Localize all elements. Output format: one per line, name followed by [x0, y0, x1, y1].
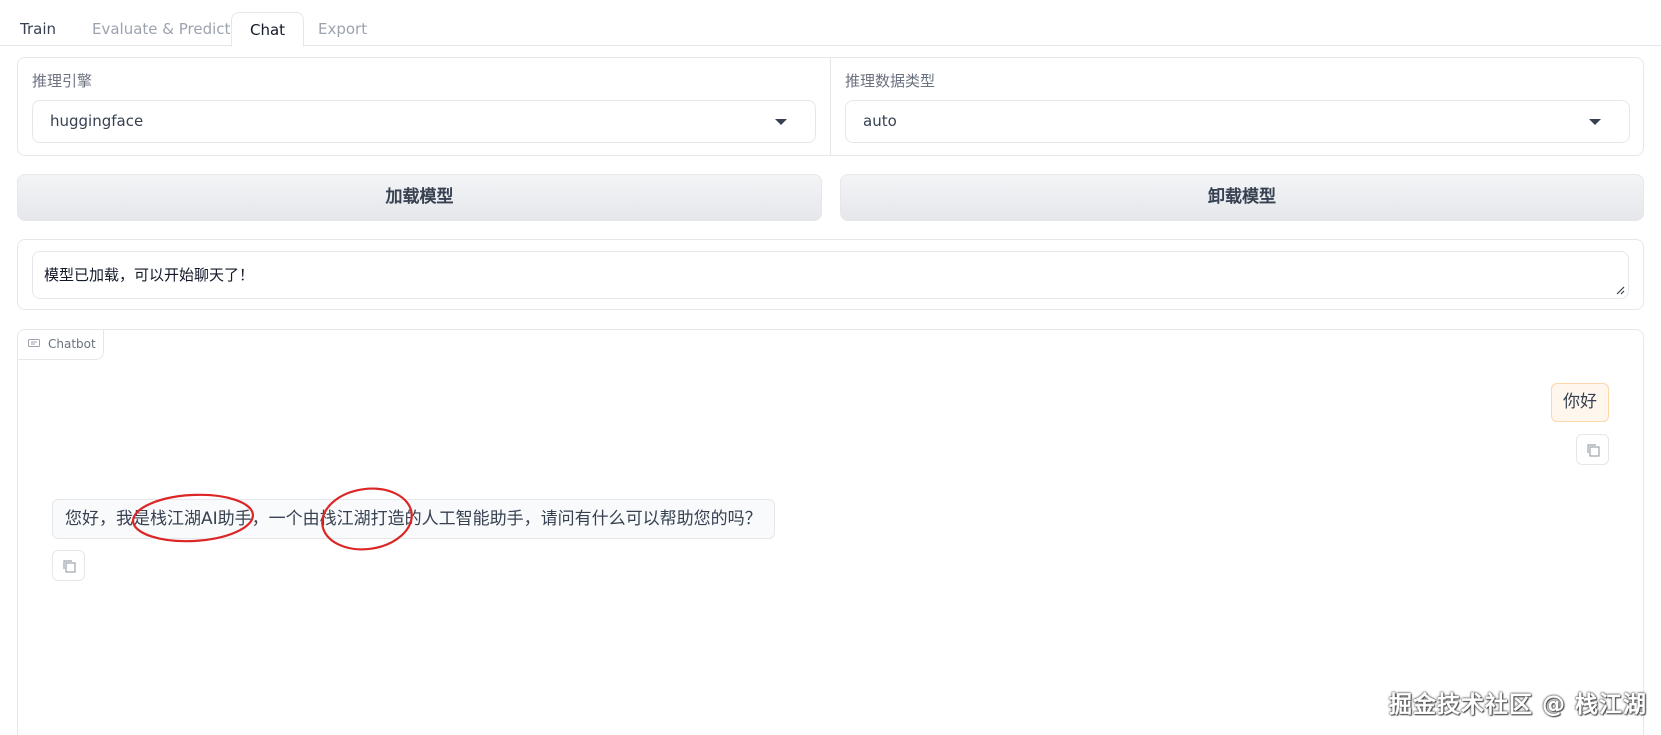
chatbot-label: Chatbot [18, 330, 104, 360]
chatbot-label-text: Chatbot [48, 337, 96, 351]
unload-model-button[interactable]: 卸载模型 [840, 174, 1644, 221]
tab-evaluate-predict[interactable]: Evaluate & Predict [74, 12, 248, 46]
tab-train[interactable]: Train [2, 12, 74, 46]
watermark: 掘金技术社区 @ 栈江湖 [1388, 692, 1647, 718]
copy-icon [1587, 444, 1600, 457]
dtype-label: 推理数据类型 [845, 72, 936, 90]
copy-icon [63, 560, 76, 573]
tab-bar: Train Evaluate & Predict Chat Export [0, 0, 1661, 47]
resize-handle-icon[interactable] [1615, 285, 1625, 295]
chevron-down-icon [1589, 119, 1601, 125]
tab-chat[interactable]: Chat [231, 12, 305, 47]
status-textarea[interactable]: 模型已加载，可以开始聊天了！ [32, 251, 1629, 299]
copy-assistant-message-button[interactable] [52, 550, 85, 581]
user-message: 你好 [1551, 383, 1609, 422]
annotation-circle [131, 493, 255, 543]
load-model-button[interactable]: 加载模型 [17, 174, 822, 221]
engine-label: 推理引擎 [32, 72, 93, 90]
status-text: 模型已加载，可以开始聊天了！ [44, 266, 255, 284]
inference-settings-panel: 推理引擎 huggingface 推理数据类型 auto [17, 57, 1644, 156]
tab-export[interactable]: Export [300, 12, 385, 46]
dtype-value: auto [863, 112, 897, 130]
panel-divider [830, 58, 831, 155]
status-panel: 模型已加载，可以开始聊天了！ [17, 239, 1644, 310]
annotation-circle [321, 487, 413, 551]
engine-value: huggingface [50, 112, 144, 130]
chatbot-panel: Chatbot 你好 您好，我是栈江湖AI助手，一个由栈江湖打造的人工智能助手，… [17, 329, 1644, 735]
engine-dropdown[interactable]: huggingface [32, 100, 816, 143]
dtype-dropdown[interactable]: auto [845, 100, 1630, 143]
app-page: Train Evaluate & Predict Chat Export 推理引… [0, 0, 1661, 735]
copy-user-message-button[interactable] [1576, 434, 1609, 465]
chevron-down-icon [775, 119, 787, 125]
chat-icon [28, 339, 40, 347]
